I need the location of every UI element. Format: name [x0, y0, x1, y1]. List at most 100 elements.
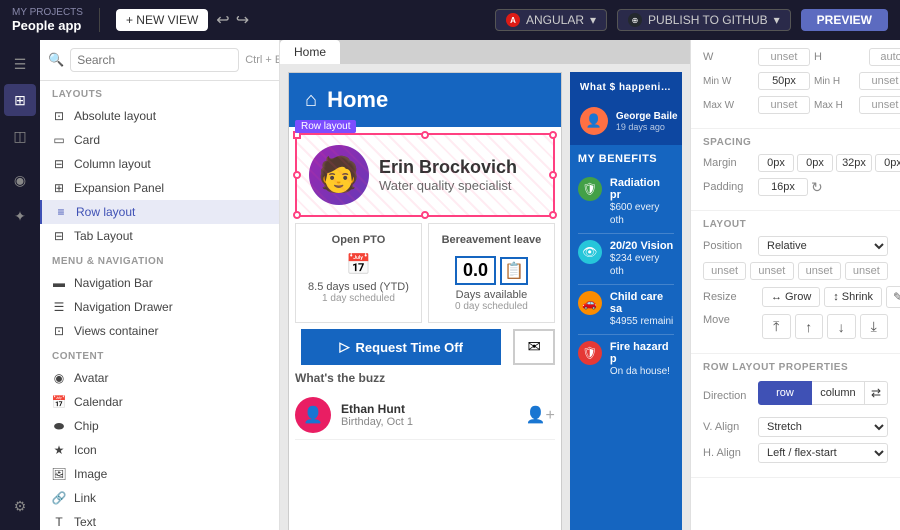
childcare-name: Child care sa [610, 291, 674, 315]
minw-input[interactable] [758, 72, 810, 90]
minh-input[interactable] [859, 72, 900, 90]
unset-input-3[interactable] [798, 262, 841, 280]
icon-bar-settings[interactable]: ⚙ [4, 490, 36, 522]
shrink-label: Shrink [842, 291, 873, 303]
topbar-left: MY PROJECTS People app + NEW VIEW ↩ ↪ [12, 7, 249, 33]
maxw-input[interactable] [758, 96, 810, 114]
layout-section: LAYOUT Position Relative Absolute Fixed … [691, 211, 900, 354]
icon-bar-components[interactable]: ⊞ [4, 84, 36, 116]
w-label: W [703, 51, 758, 63]
sidebar-item-image[interactable]: 🖼 Image [40, 462, 279, 486]
move-bottom-button[interactable]: ⤓ [860, 314, 889, 339]
home-tab[interactable]: Home [280, 40, 340, 64]
w-value-container [758, 48, 810, 66]
valign-select[interactable]: Stretch flex-start center flex-end [758, 417, 888, 437]
pto-days: 8.5 days used (YTD) [306, 281, 411, 293]
handle-bl[interactable] [293, 211, 301, 219]
direction-swap-button[interactable]: ⇄ [864, 381, 888, 405]
handle-mr[interactable] [549, 171, 557, 179]
unset-input-1[interactable] [703, 262, 746, 280]
sidebar-item-icon[interactable]: ★ Icon [40, 438, 279, 462]
icon-bar-assets[interactable]: ◉ [4, 164, 36, 196]
sidebar-item-drawer[interactable]: ☰ Navigation Drawer [40, 295, 279, 319]
sidebar-item-link[interactable]: 🔗 Link [40, 486, 279, 510]
sidebar-item-column[interactable]: ⊟ Column layout [40, 152, 279, 176]
sidebar-item-expansion[interactable]: ⊞ Expansion Panel [40, 176, 279, 200]
handle-br[interactable] [549, 211, 557, 219]
sidebar-item-avatar[interactable]: ◉ Avatar [40, 366, 279, 390]
sidebar-item-navbar[interactable]: ▬ Navigation Bar [40, 271, 279, 295]
search-input[interactable] [70, 48, 239, 72]
sidebar-item-calendar[interactable]: 📅 Calendar [40, 390, 279, 414]
resize-edit-button[interactable]: ✎ [886, 286, 900, 308]
move-up-button[interactable]: ↑ [795, 314, 824, 339]
angular-label: ANGULAR [526, 13, 584, 27]
undo-button[interactable]: ↩ [216, 10, 229, 30]
avatar-emoji: 🧑 [318, 155, 360, 195]
wh-title: What $ happening at Ri [580, 78, 672, 97]
w-input[interactable] [758, 48, 810, 66]
bereavement-scheduled: 0 day scheduled [439, 301, 544, 312]
grow-label: Grow [785, 291, 811, 303]
handle-ml[interactable] [293, 171, 301, 179]
h-label: H [814, 51, 869, 63]
email-button[interactable]: ✉ [513, 329, 554, 365]
selected-row-layout[interactable]: Row layout 🧑 Erin Brockovi [295, 133, 555, 217]
shrink-button[interactable]: ↕ Shrink [824, 287, 882, 307]
bereavement-card: Bereavement leave 0.0 📋 Days available 0… [428, 223, 555, 323]
margin-left-input[interactable] [875, 154, 900, 172]
github-logo: ⊕ [628, 13, 642, 27]
unset-input-4[interactable] [845, 262, 888, 280]
icon-bar-plugins[interactable]: ✦ [4, 200, 36, 232]
row-layout-label: Row layout [76, 205, 135, 219]
canvas-tab-bar: Home [280, 40, 690, 64]
sidebar-item-absolute[interactable]: ⊡ Absolute layout [40, 104, 279, 128]
margin-right-input[interactable] [797, 154, 833, 172]
sidebar-item-views[interactable]: ⊡ Views container [40, 319, 279, 343]
move-down-button[interactable]: ↓ [827, 314, 856, 339]
sidebar-item-text[interactable]: T Text [40, 510, 279, 530]
padding-inputs: ↻ [758, 178, 823, 196]
sidebar-item-tab[interactable]: ⊟ Tab Layout [40, 224, 279, 248]
handle-bc[interactable] [421, 211, 429, 219]
spacing-section: SPACING Margin ↻ Padding ↻ [691, 129, 900, 211]
card-icon: ▭ [52, 133, 66, 147]
sidebar-item-row[interactable]: ≡ Row layout [40, 200, 279, 224]
bereavement-days-row: 0.0 📋 [439, 252, 544, 289]
column-direction-button[interactable]: column [812, 381, 864, 405]
grow-button[interactable]: ↔ Grow [762, 287, 820, 307]
icon-bar-menu[interactable]: ☰ [4, 48, 36, 80]
handle-tr[interactable] [549, 131, 557, 139]
padding-input[interactable] [758, 178, 808, 196]
margin-bottom-input[interactable] [836, 154, 872, 172]
new-view-button[interactable]: + NEW VIEW [116, 9, 208, 31]
layouts-section-label: LAYOUTS [40, 81, 279, 104]
resize-label: Resize [703, 291, 758, 303]
preview-button[interactable]: PREVIEW [801, 9, 888, 31]
benefit-item-firehazard: 🛡 Fire hazard p On da house! [578, 335, 674, 384]
margin-top-input[interactable] [758, 154, 794, 172]
angular-button[interactable]: A ANGULAR ▾ [495, 9, 607, 31]
maxh-input[interactable] [859, 96, 900, 114]
link-label: Link [74, 491, 96, 505]
halign-select[interactable]: Left / flex-start center flex-end [758, 443, 888, 463]
publish-button[interactable]: ⊕ PUBLISH TO GITHUB ▾ [617, 9, 791, 31]
h-input[interactable] [869, 48, 900, 66]
image-icon: 🖼 [52, 467, 66, 481]
main-layout: ☰ ⊞ ◫ ◉ ✦ ⚙ 🔍 Ctrl + E LAYOUTS ⊡ Absolut… [0, 40, 900, 530]
firehazard-icon: 🛡 [578, 341, 602, 365]
menu-section-label: MENU & NAVIGATION [40, 248, 279, 271]
icon-bar-layers[interactable]: ◫ [4, 120, 36, 152]
handle-tc[interactable] [421, 131, 429, 139]
direction-row: Direction row column ⇄ [703, 381, 888, 411]
redo-button[interactable]: ↪ [236, 10, 249, 30]
sidebar-item-chip[interactable]: ⬬ Chip [40, 414, 279, 438]
padding-sync-icon[interactable]: ↻ [811, 179, 823, 196]
position-select[interactable]: Relative Absolute Fixed [758, 236, 888, 256]
move-top-button[interactable]: ⤒ [762, 314, 791, 339]
sidebar-item-card[interactable]: ▭ Card [40, 128, 279, 152]
request-time-off-button[interactable]: ▷ Request Time Off [301, 329, 501, 365]
row-direction-button[interactable]: row [758, 381, 812, 405]
text-label: Text [74, 515, 96, 529]
unset-input-2[interactable] [750, 262, 793, 280]
